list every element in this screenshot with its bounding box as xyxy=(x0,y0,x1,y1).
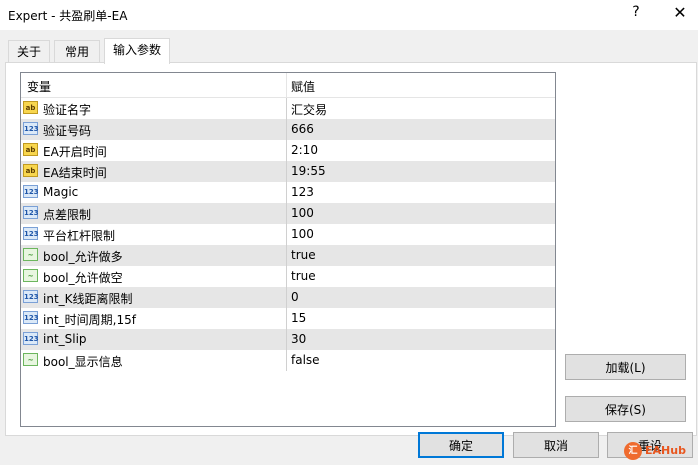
column-header-value[interactable]: 赋值 xyxy=(291,78,315,95)
ok-button[interactable]: 确定 xyxy=(418,432,504,458)
cell-divider xyxy=(286,98,287,119)
tab-common[interactable]: 常用 xyxy=(54,40,100,63)
parameter-value[interactable]: true xyxy=(291,269,316,283)
cell-divider xyxy=(286,224,287,245)
parameter-name: Magic xyxy=(43,185,79,199)
parameter-value[interactable]: 2:10 xyxy=(291,143,318,157)
parameter-name: bool_允许做空 xyxy=(43,271,123,285)
number-type-icon: 123 xyxy=(23,332,39,345)
number-type-icon: 123 xyxy=(23,227,39,240)
parameter-name: 验证号码 xyxy=(43,124,92,138)
table-row[interactable]: ~ bool_允许做空 true xyxy=(21,266,555,287)
parameter-value[interactable]: false xyxy=(291,353,320,367)
table-row[interactable]: ab EA开启时间 2:10 xyxy=(21,140,555,161)
parameter-name: 验证名字 xyxy=(43,103,92,117)
parameters-grid: 变量 赋值 ab 验证名字 汇交易 123 验证号码 666 ab EA开启时间 2:10 ab E… xyxy=(20,72,556,427)
tab-about-label: 关于 xyxy=(16,45,41,59)
number-type-icon: 123 xyxy=(23,185,39,198)
load-button[interactable]: 加载(L) xyxy=(565,354,686,380)
tab-common-label: 常用 xyxy=(64,45,89,59)
bool-type-icon: ~ xyxy=(23,248,38,261)
cell-divider xyxy=(286,266,287,287)
cell-divider xyxy=(286,329,287,350)
cell-divider xyxy=(286,287,287,308)
save-button[interactable]: 保存(S) xyxy=(565,396,686,422)
number-type-icon: 123 xyxy=(23,122,39,135)
grid-header: 变量 赋值 xyxy=(21,73,555,98)
cell-divider xyxy=(286,245,287,266)
cell-divider xyxy=(286,161,287,182)
string-type-icon: ab xyxy=(23,101,38,114)
eahub-logo-icon: 汇 xyxy=(624,442,642,460)
parameter-name: 点差限制 xyxy=(43,208,92,222)
eahub-watermark: 汇 EAHub xyxy=(622,440,698,462)
tab-inputs-label: 输入参数 xyxy=(112,43,161,57)
title-bar: Expert - 共盈刷单-EA ? ✕ xyxy=(0,0,698,30)
table-row[interactable]: 123 int_时间周期,15f 15 xyxy=(21,308,555,329)
cell-divider xyxy=(286,119,287,140)
bool-type-icon: ~ xyxy=(23,353,38,366)
help-button[interactable]: ? xyxy=(628,4,644,24)
cell-divider xyxy=(286,140,287,161)
window-title: Expert - 共盈刷单-EA xyxy=(8,9,128,23)
parameter-value[interactable]: 100 xyxy=(291,206,314,220)
table-row[interactable]: 123 int_Slip 30 xyxy=(21,329,555,350)
parameter-value[interactable]: 100 xyxy=(291,227,314,241)
string-type-icon: ab xyxy=(23,164,38,177)
parameter-value[interactable]: 19:55 xyxy=(291,164,326,178)
bool-type-icon: ~ xyxy=(23,269,38,282)
table-row[interactable]: ~ bool_允许做多 true xyxy=(21,245,555,266)
parameter-value[interactable]: 15 xyxy=(291,311,306,325)
table-row[interactable]: ab EA结束时间 19:55 xyxy=(21,161,555,182)
parameter-name: int_时间周期,15f xyxy=(43,313,136,327)
parameter-value[interactable]: true xyxy=(291,248,316,262)
table-row[interactable]: 123 平台杠杆限制 100 xyxy=(21,224,555,245)
table-row[interactable]: 123 int_K线距离限制 0 xyxy=(21,287,555,308)
number-type-icon: 123 xyxy=(23,206,39,219)
close-button[interactable]: ✕ xyxy=(670,3,690,25)
parameter-value[interactable]: 30 xyxy=(291,332,306,346)
parameter-value[interactable]: 666 xyxy=(291,122,314,136)
column-divider[interactable] xyxy=(286,73,287,97)
parameter-value[interactable]: 0 xyxy=(291,290,299,304)
number-type-icon: 123 xyxy=(23,290,39,303)
parameter-name: bool_允许做多 xyxy=(43,250,123,264)
parameter-name: EA开启时间 xyxy=(43,145,107,159)
table-row[interactable]: ab 验证名字 汇交易 xyxy=(21,98,555,119)
parameter-name: int_Slip xyxy=(43,332,87,346)
column-header-variable[interactable]: 变量 xyxy=(27,78,51,95)
table-row[interactable]: 123 点差限制 100 xyxy=(21,203,555,224)
number-type-icon: 123 xyxy=(23,311,39,324)
parameter-name: EA结束时间 xyxy=(43,166,107,180)
cell-divider xyxy=(286,203,287,224)
eahub-watermark-text: EAHub xyxy=(645,444,686,457)
table-row[interactable]: 123 验证号码 666 xyxy=(21,119,555,140)
parameter-name: int_K线距离限制 xyxy=(43,292,133,306)
parameter-name: bool_显示信息 xyxy=(43,355,123,369)
cell-divider xyxy=(286,182,287,203)
tab-inputs[interactable]: 输入参数 xyxy=(104,38,170,64)
cell-divider xyxy=(286,350,287,371)
table-row[interactable]: ~ bool_显示信息 false xyxy=(21,350,555,371)
cell-divider xyxy=(286,308,287,329)
parameter-name: 平台杠杆限制 xyxy=(43,229,116,243)
parameter-value[interactable]: 123 xyxy=(291,185,314,199)
cancel-button[interactable]: 取消 xyxy=(513,432,599,458)
table-row[interactable]: 123 Magic 123 xyxy=(21,182,555,203)
string-type-icon: ab xyxy=(23,143,38,156)
parameter-value[interactable]: 汇交易 xyxy=(291,101,327,118)
tab-about[interactable]: 关于 xyxy=(8,40,50,63)
